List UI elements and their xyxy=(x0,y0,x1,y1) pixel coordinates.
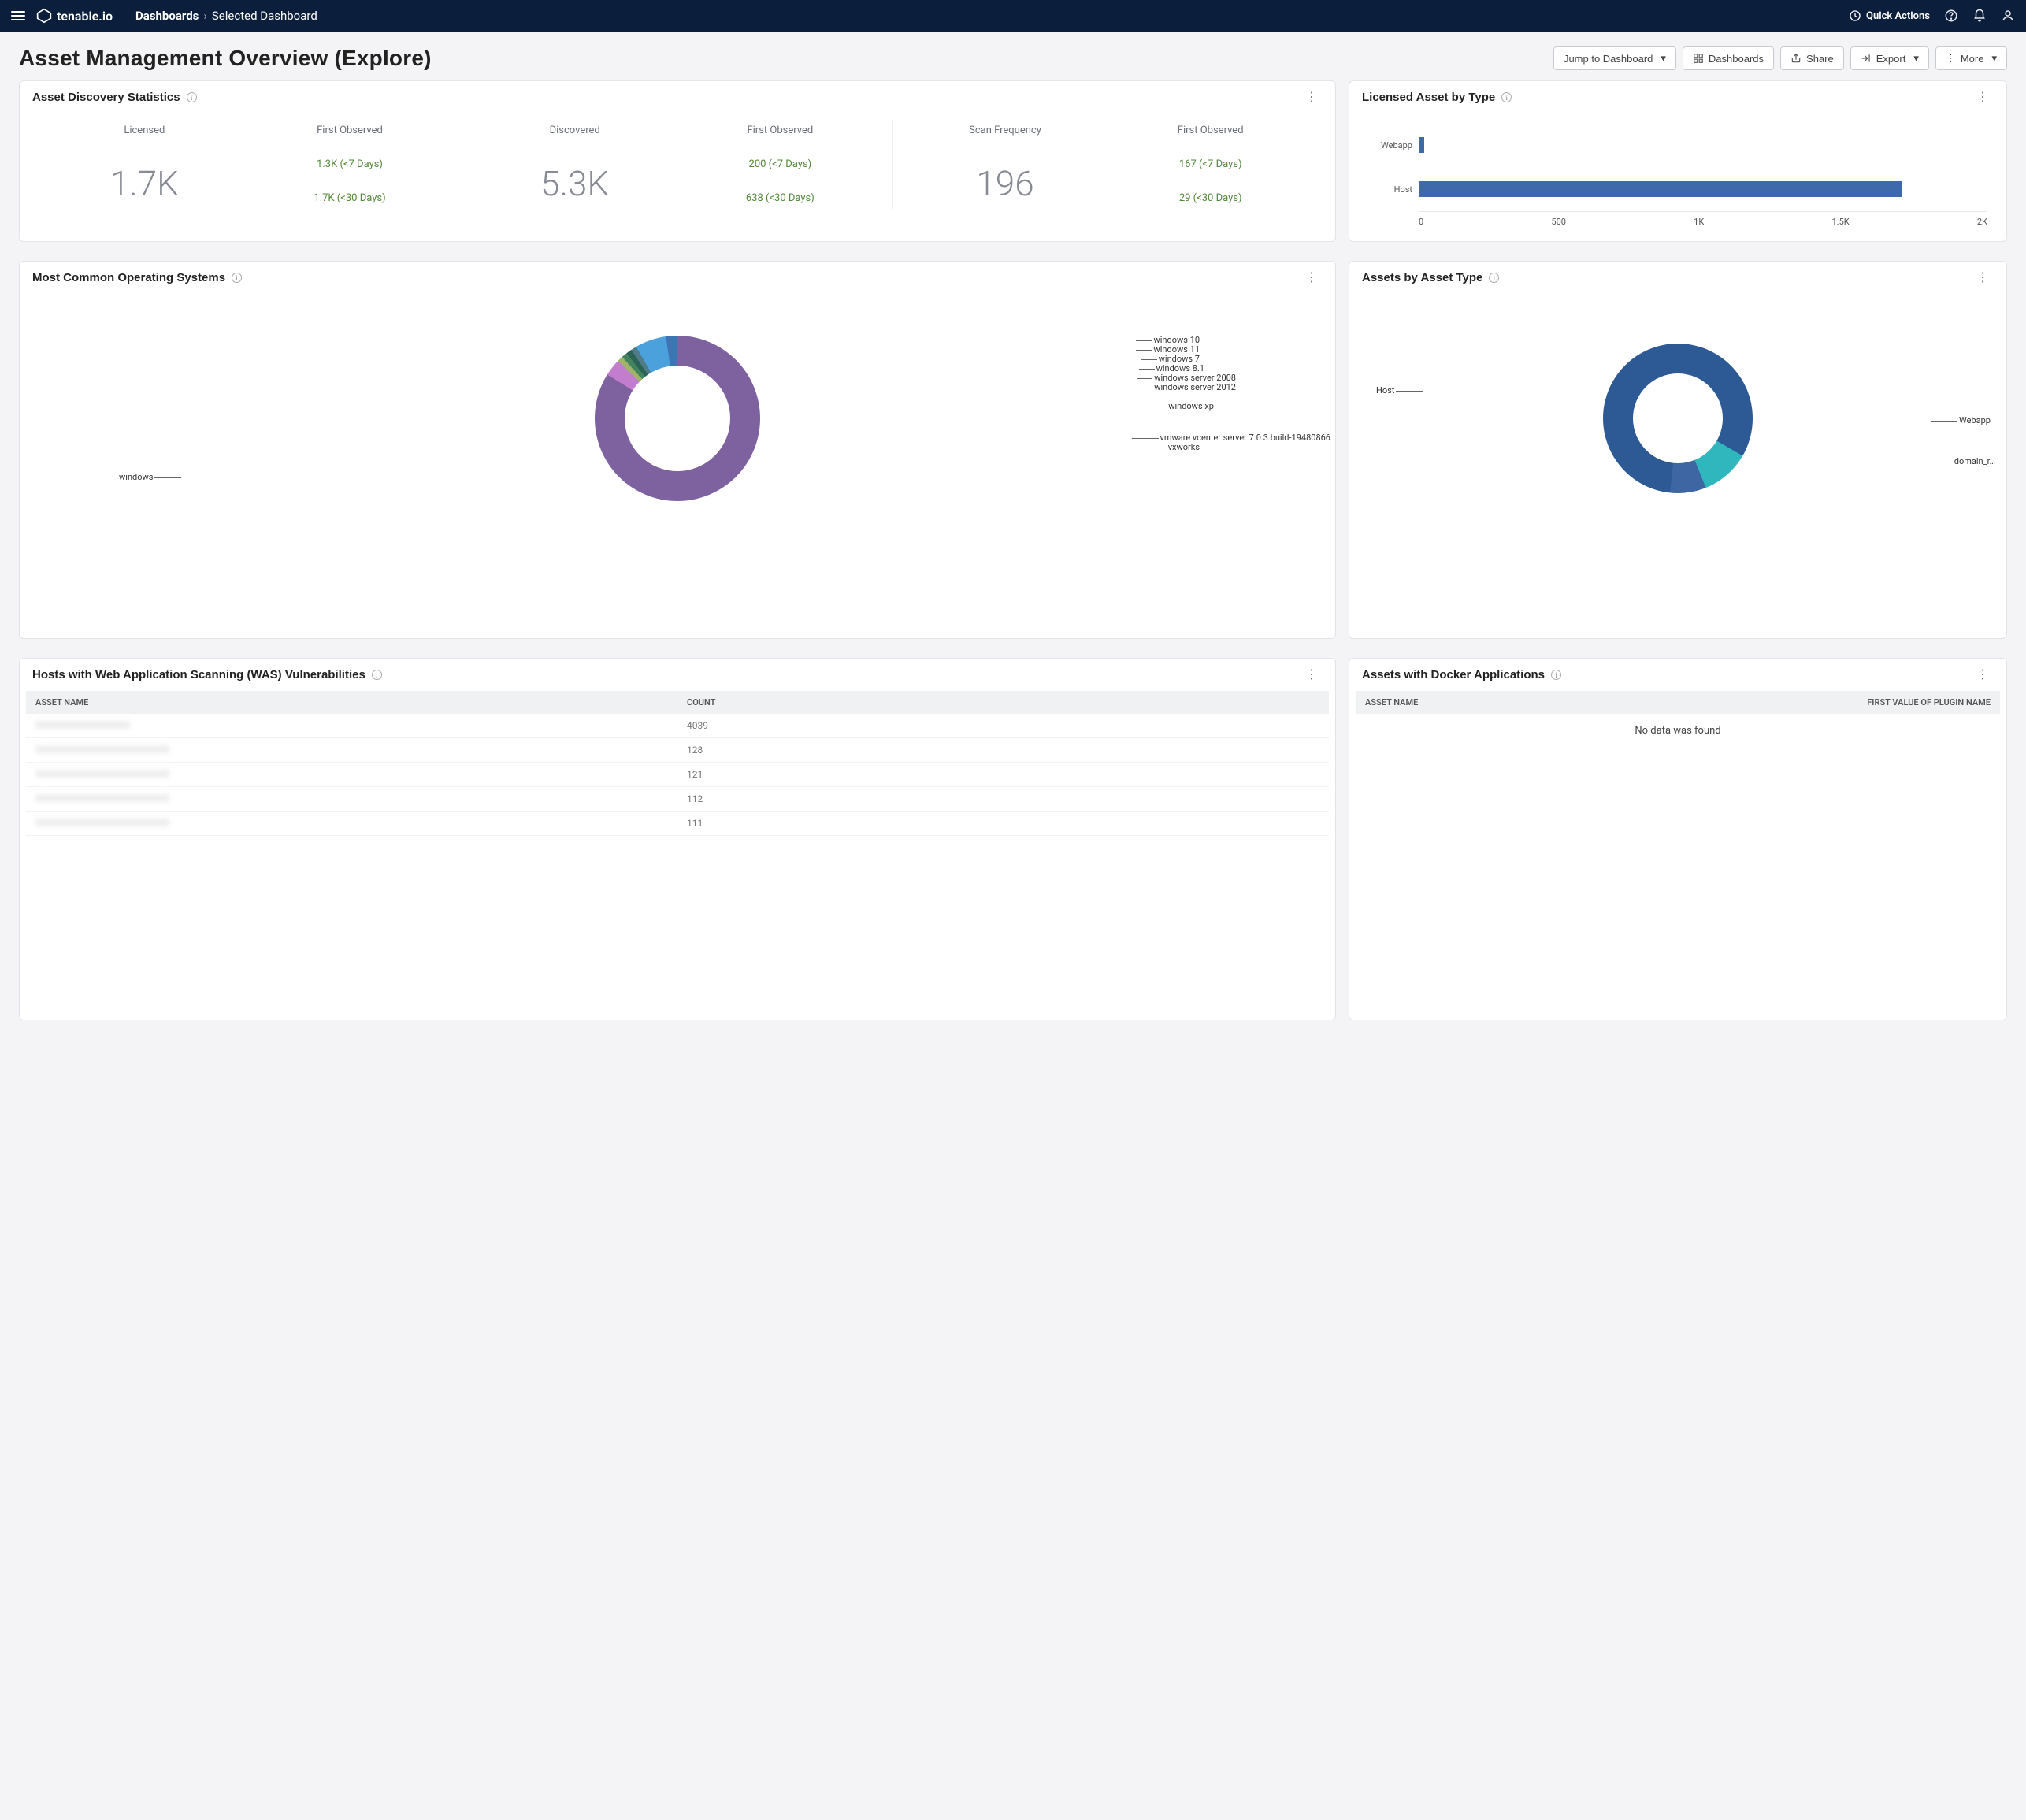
breadcrumb: Dashboards › Selected Dashboard xyxy=(135,9,317,23)
chevron-down-icon: ▾ xyxy=(1991,52,1997,65)
page-header: Asset Management Overview (Explore) Jump… xyxy=(0,32,2026,80)
table-row[interactable]: 128 xyxy=(26,738,1329,763)
card-docker-assets: Assets with Docker Applications i ⋮ ASSE… xyxy=(1349,658,2007,1020)
card-common-os: Most Common Operating Systems i ⋮ window… xyxy=(19,261,1336,639)
bell-icon[interactable] xyxy=(1972,9,1987,23)
was-table: ASSET NAME COUNT 4039128121112111 xyxy=(26,691,1329,836)
stat-line[interactable]: 167 (<7 Days) xyxy=(1179,158,1242,170)
share-icon xyxy=(1790,53,1802,64)
card-menu-button[interactable]: ⋮ xyxy=(1972,272,1994,283)
col-plugin: FIRST VALUE OF PLUGIN NAME xyxy=(1572,691,2000,714)
card-title: Most Common Operating Systems xyxy=(32,271,225,284)
page-actions: Jump to Dashboard▾ Dashboards Share Expo… xyxy=(1553,46,2007,70)
bar-track[interactable] xyxy=(1419,132,1987,158)
table-row[interactable]: 4039 xyxy=(26,714,1329,738)
card-assets-by-type: Assets by Asset Type i ⋮ Host Webapp dom… xyxy=(1349,261,2007,639)
breadcrumb-root[interactable]: Dashboards xyxy=(135,9,199,23)
stat-big[interactable]: Scan Frequency 196 xyxy=(903,124,1108,204)
card-title: Licensed Asset by Type xyxy=(1362,91,1495,104)
col-asset-name: ASSET NAME xyxy=(26,691,677,714)
col-count: COUNT xyxy=(677,691,1329,714)
clock-icon xyxy=(1849,9,1861,22)
page-title: Asset Management Overview (Explore) xyxy=(19,46,432,71)
stat-big[interactable]: Licensed 1.7K xyxy=(42,124,247,204)
card-menu-button[interactable]: ⋮ xyxy=(1301,272,1323,283)
info-icon[interactable]: i xyxy=(1489,273,1499,283)
bar-label: Host xyxy=(1368,184,1412,195)
info-icon[interactable]: i xyxy=(1551,670,1561,680)
quick-actions-button[interactable]: Quick Actions xyxy=(1849,9,1930,22)
brand-logo[interactable]: tenable.io xyxy=(36,8,124,24)
info-icon[interactable]: i xyxy=(232,273,242,283)
hamburger-menu-icon[interactable] xyxy=(11,11,25,20)
card-was-vulnerabilities: Hosts with Web Application Scanning (WAS… xyxy=(19,658,1336,1020)
info-icon[interactable]: i xyxy=(1501,92,1512,102)
stat-sub: First Observed 1.3K (<7 Days) 1.7K (<30 … xyxy=(247,124,453,204)
donut-chart-asset-type: Host Webapp domain_r… xyxy=(1362,300,1994,537)
export-button[interactable]: Export▾ xyxy=(1850,46,1929,70)
card-licensed-asset-by-type: Licensed Asset by Type i ⋮ Webapp Host 0… xyxy=(1349,80,2007,242)
stat-line[interactable]: 638 (<30 Days) xyxy=(746,192,814,204)
donut-chart-os: windows windows 10 windows 11 windows 7 … xyxy=(32,300,1323,537)
chart-label: Host xyxy=(1376,385,1394,396)
export-icon xyxy=(1861,53,1872,64)
stat-line[interactable]: 1.7K (<30 Days) xyxy=(314,192,385,204)
table-row[interactable]: 121 xyxy=(26,763,1329,787)
chart-label: domain_r… xyxy=(1954,456,1995,466)
table-row[interactable]: 112 xyxy=(26,787,1329,812)
stat-big[interactable]: Discovered 5.3K xyxy=(472,124,677,204)
docker-table: ASSET NAME FIRST VALUE OF PLUGIN NAME xyxy=(1356,691,2000,714)
user-icon[interactable] xyxy=(2001,9,2015,23)
bar-track[interactable] xyxy=(1419,176,1987,202)
chevron-down-icon: ▾ xyxy=(1661,52,1666,65)
stat-line[interactable]: 1.3K (<7 Days) xyxy=(317,158,383,170)
card-menu-button[interactable]: ⋮ xyxy=(1301,669,1323,680)
chart-label: windows xyxy=(119,472,153,482)
bar-label: Webapp xyxy=(1368,140,1412,150)
jump-to-dashboard-button[interactable]: Jump to Dashboard▾ xyxy=(1553,46,1676,70)
bar-chart: Webapp Host 05001K1.5K2K xyxy=(1362,120,1994,227)
chart-label: windows xp xyxy=(1168,401,1214,411)
empty-state: No data was found xyxy=(1356,714,2000,748)
card-asset-discovery: Asset Discovery Statistics i ⋮ Licensed … xyxy=(19,80,1336,242)
help-icon[interactable] xyxy=(1944,9,1958,23)
card-title: Hosts with Web Application Scanning (WAS… xyxy=(32,668,365,682)
col-asset-name: ASSET NAME xyxy=(1356,691,1572,714)
dashboards-button[interactable]: Dashboards xyxy=(1683,46,1774,70)
card-menu-button[interactable]: ⋮ xyxy=(1972,91,1994,102)
info-icon[interactable]: i xyxy=(372,670,382,680)
chart-label: windows server 2012 xyxy=(1154,382,1236,392)
stat-sub: First Observed 167 (<7 Days) 29 (<30 Day… xyxy=(1108,124,1313,204)
card-title: Assets by Asset Type xyxy=(1362,271,1482,284)
chevron-down-icon: ▾ xyxy=(1913,52,1919,65)
stat-sub: First Observed 200 (<7 Days) 638 (<30 Da… xyxy=(677,124,883,204)
chart-label: Webapp xyxy=(1959,415,1991,425)
card-menu-button[interactable]: ⋮ xyxy=(1301,91,1323,102)
more-button[interactable]: ⋮ More▾ xyxy=(1935,46,2007,70)
share-button[interactable]: Share xyxy=(1780,46,1844,70)
card-title: Asset Discovery Statistics xyxy=(32,91,180,104)
breadcrumb-leaf: Selected Dashboard xyxy=(212,9,317,23)
brand-text: tenable.io xyxy=(57,9,113,24)
chart-label: vxworks xyxy=(1168,442,1200,452)
info-icon[interactable]: i xyxy=(187,92,197,102)
stat-line[interactable]: 29 (<30 Days) xyxy=(1179,192,1242,204)
grid-icon xyxy=(1693,53,1704,64)
chevron-right-icon: › xyxy=(203,9,207,23)
card-menu-button[interactable]: ⋮ xyxy=(1972,669,1994,680)
table-row[interactable]: 111 xyxy=(26,812,1329,836)
card-title: Assets with Docker Applications xyxy=(1362,668,1545,682)
stat-line[interactable]: 200 (<7 Days) xyxy=(749,158,812,170)
top-nav: tenable.io Dashboards › Selected Dashboa… xyxy=(0,0,2026,32)
